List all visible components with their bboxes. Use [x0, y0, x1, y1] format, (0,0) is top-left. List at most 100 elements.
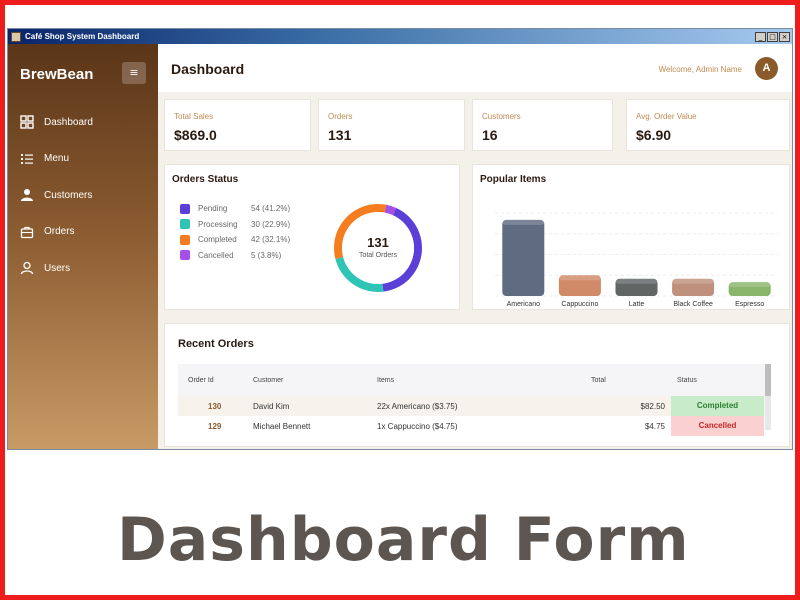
stat-value: 16: [482, 127, 498, 143]
legend-label: Processing: [198, 219, 238, 229]
legend-value: 30 (22.9%): [251, 219, 291, 229]
items-cell: 1x Cappuccino ($4.75): [377, 421, 458, 431]
recent-orders-card: Recent Orders Order Id Customer Items To…: [164, 323, 790, 447]
table-scrollbar[interactable]: [765, 364, 771, 430]
sidebar-item-label: Orders: [44, 226, 75, 238]
table-row[interactable]: 129 Michael Bennett 1x Cappuccino ($4.75…: [178, 416, 771, 436]
x-tick-label: Espresso: [735, 301, 764, 308]
hamburger-icon[interactable]: ≡: [122, 62, 146, 84]
status-badge: Completed: [671, 396, 764, 416]
legend-label: Cancelled: [198, 250, 234, 260]
stat-card-customers: Customers 16: [472, 99, 613, 151]
stat-value: 131: [328, 127, 352, 143]
status-cell: Completed: [671, 396, 764, 416]
bar-highlight: [502, 219, 545, 225]
bar-highlight: [558, 275, 601, 281]
customer-cell: David Kim: [253, 401, 290, 411]
stat-card-total-sales: Total Sales $869.0: [164, 99, 311, 151]
grid-icon: [20, 115, 34, 129]
bar-highlight: [728, 282, 771, 288]
x-tick-label: Latte: [629, 301, 645, 308]
avatar[interactable]: A: [755, 57, 778, 80]
legend-swatch: [180, 250, 190, 261]
sidebar-item-users[interactable]: Users: [8, 250, 158, 287]
status-cell: Cancelled: [671, 416, 764, 436]
items-cell: 22x Americano ($3.75): [377, 401, 458, 411]
order-id-cell: 130: [208, 401, 222, 411]
legend-value: 42 (32.1%): [251, 235, 291, 245]
briefcase-icon: [20, 225, 34, 239]
brand-logo: BrewBean: [20, 66, 94, 83]
app-icon: [11, 31, 21, 42]
donut-total: 131: [367, 235, 389, 250]
title-bar[interactable]: Café Shop System Dashboard _ □ ×: [8, 29, 792, 44]
total-cell: $4.75: [644, 421, 665, 431]
legend-item-pending: Pending 54 (41.2%): [180, 201, 290, 217]
close-button[interactable]: ×: [779, 31, 790, 42]
legend-item-cancelled: Cancelled 5 (3.8%): [180, 248, 290, 264]
total-cell: $82.50: [640, 401, 665, 411]
maximize-button[interactable]: □: [767, 31, 778, 42]
bar-highlight: [615, 278, 658, 284]
x-tick-label: Americano: [507, 301, 541, 308]
column-header-total[interactable]: Total: [591, 377, 671, 384]
bar-highlight: [672, 278, 715, 284]
stat-label: Orders: [328, 112, 353, 121]
stat-card-avg-order: Avg. Order Value $6.90: [626, 99, 790, 151]
list-icon: [20, 152, 34, 166]
legend-item-completed: Completed 42 (32.1%): [180, 232, 290, 248]
sidebar-nav: Dashboard Menu Customers Orders Users: [8, 104, 158, 287]
orders-table: Order Id Customer Items Total Status 130…: [178, 364, 771, 436]
recent-orders-title: Recent Orders: [178, 338, 254, 350]
bar-americano: [502, 219, 545, 296]
column-header-order-id[interactable]: Order Id: [178, 377, 253, 384]
order-id-cell: 129: [208, 421, 222, 431]
legend-item-processing: Processing 30 (22.9%): [180, 217, 290, 233]
x-tick-label: Black Coffee: [673, 301, 713, 308]
card-title: Orders Status: [172, 174, 239, 185]
sidebar: BrewBean ≡ Dashboard Menu Customers Orde…: [8, 44, 158, 449]
table-header: Order Id Customer Items Total Status: [178, 364, 771, 396]
table-row[interactable]: 130 David Kim 22x Americano ($3.75) $82.…: [178, 396, 771, 416]
donut-total-label: Total Orders: [358, 252, 398, 259]
caption-text: Dashboard Form: [117, 505, 690, 575]
column-header-items[interactable]: Items: [377, 377, 591, 384]
status-badge: Cancelled: [671, 416, 764, 436]
stat-label: Avg. Order Value: [636, 112, 697, 121]
app-window: Café Shop System Dashboard _ □ × BrewBea…: [7, 28, 793, 450]
status-legend: Pending 54 (41.2%) Processing 30 (22.9%) Com…: [180, 201, 290, 263]
user-outline-icon: [20, 261, 34, 275]
sidebar-item-dashboard[interactable]: Dashboard: [8, 104, 158, 141]
customer-cell: Michael Bennett: [253, 421, 311, 431]
column-header-customer[interactable]: Customer: [253, 377, 377, 384]
sidebar-item-label: Customers: [44, 189, 93, 201]
popular-items-card: Popular Items Americano Cappuccino Latte Bl…: [472, 164, 790, 310]
sidebar-item-orders[interactable]: Orders: [8, 214, 158, 251]
header: Dashboard Welcome, Admin Name A: [158, 44, 792, 92]
orders-status-card: Orders Status Pending 54 (41.2%) Processin…: [164, 164, 460, 310]
sidebar-item-customers[interactable]: Customers: [8, 177, 158, 214]
window-controls: _ □ ×: [755, 31, 792, 42]
stat-card-orders: Orders 131: [318, 99, 465, 151]
welcome-text: Welcome, Admin Name: [658, 65, 742, 74]
scrollbar-thumb[interactable]: [765, 364, 771, 396]
main-content: Dashboard Welcome, Admin Name A Total Sa…: [158, 44, 792, 449]
stat-value: $869.0: [174, 127, 217, 143]
x-tick-label: Cappuccino: [561, 301, 598, 308]
window-title: Café Shop System Dashboard: [25, 32, 140, 41]
popular-items-bar-chart: Americano Cappuccino Latte Black Coffee Espr…: [495, 212, 778, 308]
legend-swatch: [180, 234, 190, 245]
person-icon: [20, 188, 34, 202]
legend-label: Pending: [198, 204, 228, 214]
minimize-button[interactable]: _: [755, 31, 766, 42]
legend-swatch: [180, 219, 190, 230]
sidebar-item-label: Menu: [44, 153, 70, 165]
legend-value: 54 (41.2%): [251, 204, 291, 214]
stat-value: $6.90: [636, 127, 672, 143]
legend-value: 5 (3.8%): [251, 250, 282, 260]
sidebar-item-menu[interactable]: Menu: [8, 141, 158, 178]
sidebar-item-label: Dashboard: [44, 116, 93, 128]
sidebar-item-label: Users: [44, 262, 71, 274]
column-header-status[interactable]: Status: [671, 377, 764, 384]
stat-label: Total Sales: [174, 112, 214, 121]
